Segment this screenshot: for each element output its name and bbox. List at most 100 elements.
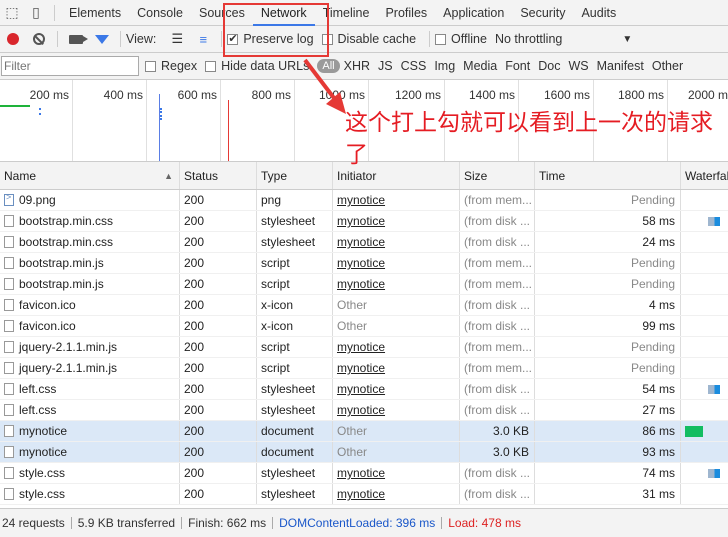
tab-profiles[interactable]: Profiles bbox=[377, 0, 435, 26]
cell-initiator[interactable]: mynotice bbox=[333, 211, 460, 231]
table-row[interactable]: bootstrap.min.js 200 script mynotice (from m… bbox=[0, 274, 728, 295]
cell-initiator[interactable]: mynotice bbox=[333, 190, 460, 210]
cell-size: 3.0 KB bbox=[460, 442, 535, 462]
table-row[interactable]: left.css 200 stylesheet mynotice (from disk … bbox=[0, 400, 728, 421]
filter-type-js[interactable]: JS bbox=[374, 59, 397, 73]
initiator-link[interactable]: mynotice bbox=[337, 403, 385, 417]
throttling-select[interactable]: No throttling ▼ bbox=[495, 32, 632, 46]
inspect-element-icon[interactable]: ⬚ bbox=[0, 0, 24, 26]
filter-toggle-button[interactable] bbox=[89, 26, 115, 52]
cell-time: 58 ms bbox=[535, 211, 681, 231]
initiator-link[interactable]: mynotice bbox=[337, 466, 385, 480]
large-rows-icon[interactable]: ☰ bbox=[164, 26, 190, 52]
checkbox-icon bbox=[435, 33, 447, 45]
tab-application[interactable]: Application bbox=[435, 0, 512, 26]
cell-name: 09.png bbox=[0, 190, 180, 210]
initiator-link[interactable]: mynotice bbox=[337, 235, 385, 249]
table-row[interactable]: bootstrap.min.js 200 script mynotice (from m… bbox=[0, 253, 728, 274]
cell-initiator[interactable]: mynotice bbox=[333, 274, 460, 294]
cell-size: (from disk ... bbox=[460, 232, 535, 252]
table-row[interactable]: jquery-2.1.1.min.js 200 script mynotice (fro… bbox=[0, 358, 728, 379]
filter-type-other[interactable]: Other bbox=[648, 59, 687, 73]
table-row[interactable]: left.css 200 stylesheet mynotice (from disk … bbox=[0, 379, 728, 400]
clear-button[interactable] bbox=[26, 26, 52, 52]
checkbox-icon bbox=[205, 60, 217, 72]
initiator-link[interactable]: mynotice bbox=[337, 193, 385, 207]
cell-initiator[interactable]: mynotice bbox=[333, 379, 460, 399]
cell-waterfall bbox=[681, 442, 728, 462]
filter-type-xhr[interactable]: XHR bbox=[340, 59, 374, 73]
filter-type-img[interactable]: Img bbox=[430, 59, 459, 73]
waterfall-bar bbox=[685, 426, 703, 437]
hide-data-urls-checkbox[interactable]: Hide data URLs bbox=[205, 59, 309, 73]
filter-type-all[interactable]: All bbox=[317, 59, 340, 73]
filter-type-css[interactable]: CSS bbox=[397, 59, 431, 73]
column-header-type[interactable]: Type bbox=[257, 162, 333, 189]
initiator-link[interactable]: mynotice bbox=[337, 382, 385, 396]
cell-size: (from disk ... bbox=[460, 316, 535, 336]
filter-type-ws[interactable]: WS bbox=[564, 59, 592, 73]
cell-type: document bbox=[257, 421, 333, 441]
cell-type: stylesheet bbox=[257, 484, 333, 504]
tab-elements[interactable]: Elements bbox=[61, 0, 129, 26]
cell-initiator[interactable]: mynotice bbox=[333, 400, 460, 420]
cell-status: 200 bbox=[180, 190, 257, 210]
cell-initiator[interactable]: mynotice bbox=[333, 337, 460, 357]
offline-checkbox[interactable]: Offline bbox=[435, 32, 487, 46]
initiator-link[interactable]: mynotice bbox=[337, 487, 385, 501]
disable-cache-checkbox[interactable]: Disable cache bbox=[321, 32, 416, 46]
tab-audits[interactable]: Audits bbox=[573, 0, 624, 26]
table-row[interactable]: jquery-2.1.1.min.js 200 script mynotice (fro… bbox=[0, 337, 728, 358]
table-row[interactable]: mynotice 200 document Other 3.0 KB 93 ms bbox=[0, 442, 728, 463]
column-header-status[interactable]: Status bbox=[180, 162, 257, 189]
filter-bar: Regex Hide data URLs All XHR JS CSS Img … bbox=[0, 53, 728, 80]
cell-status: 200 bbox=[180, 211, 257, 231]
cell-initiator[interactable]: mynotice bbox=[333, 253, 460, 273]
column-header-name[interactable]: Name ▲ bbox=[0, 162, 180, 189]
table-row[interactable]: 09.png 200png mynotice (from mem...Pending bbox=[0, 190, 728, 211]
initiator-link[interactable]: mynotice bbox=[337, 277, 385, 291]
capture-screenshots-button[interactable] bbox=[63, 26, 89, 52]
cell-status: 200 bbox=[180, 484, 257, 504]
table-row[interactable]: favicon.ico 200 x-icon Other (from disk ... 4… bbox=[0, 295, 728, 316]
timeline-tick: 200 ms bbox=[30, 80, 73, 161]
cell-status: 200 bbox=[180, 337, 257, 357]
cell-name: bootstrap.min.js bbox=[0, 253, 180, 273]
regex-checkbox[interactable]: Regex bbox=[145, 59, 197, 73]
cell-initiator[interactable]: mynotice bbox=[333, 463, 460, 483]
cell-initiator[interactable]: mynotice bbox=[333, 484, 460, 504]
cell-status: 200 bbox=[180, 442, 257, 462]
cell-name: style.css bbox=[0, 484, 180, 504]
table-row[interactable]: style.css 200 stylesheet mynotice (from disk… bbox=[0, 463, 728, 484]
tab-security[interactable]: Security bbox=[512, 0, 573, 26]
filter-input[interactable] bbox=[1, 56, 139, 76]
table-row[interactable]: mynotice 200 document Other 3.0 KB 86 ms bbox=[0, 421, 728, 442]
tab-console[interactable]: Console bbox=[129, 0, 191, 26]
initiator-link[interactable]: mynotice bbox=[337, 340, 385, 354]
cell-waterfall bbox=[681, 211, 728, 231]
filter-type-manifest[interactable]: Manifest bbox=[593, 59, 648, 73]
divider bbox=[272, 517, 274, 529]
table-row[interactable]: style.css 200 stylesheet mynotice (from disk… bbox=[0, 484, 728, 505]
filter-type-media[interactable]: Media bbox=[459, 59, 501, 73]
requests-table: Name ▲ Status Type Initiator Size Time Wa… bbox=[0, 162, 728, 508]
table-row[interactable]: bootstrap.min.css 200 stylesheet mynotice (f… bbox=[0, 211, 728, 232]
record-button[interactable] bbox=[0, 26, 26, 52]
initiator-link[interactable]: mynotice bbox=[337, 214, 385, 228]
cell-initiator[interactable]: mynotice bbox=[333, 232, 460, 252]
cell-type: stylesheet bbox=[257, 232, 333, 252]
file-icon bbox=[4, 467, 14, 479]
initiator-link[interactable]: mynotice bbox=[337, 256, 385, 270]
request-name: style.css bbox=[19, 487, 66, 501]
cell-initiator[interactable]: mynotice bbox=[333, 358, 460, 378]
overview-icon[interactable]: ≡ bbox=[190, 26, 216, 52]
device-toolbar-icon[interactable]: ▯ bbox=[24, 0, 48, 26]
cell-size: (from mem... bbox=[460, 190, 535, 210]
cell-size: (from disk ... bbox=[460, 484, 535, 504]
filter-type-doc[interactable]: Doc bbox=[534, 59, 564, 73]
cell-initiator: Other bbox=[333, 316, 460, 336]
table-row[interactable]: bootstrap.min.css 200 stylesheet mynotice (f… bbox=[0, 232, 728, 253]
filter-type-font[interactable]: Font bbox=[501, 59, 534, 73]
table-row[interactable]: favicon.ico 200 x-icon Other (from disk ... 9… bbox=[0, 316, 728, 337]
initiator-link[interactable]: mynotice bbox=[337, 361, 385, 375]
